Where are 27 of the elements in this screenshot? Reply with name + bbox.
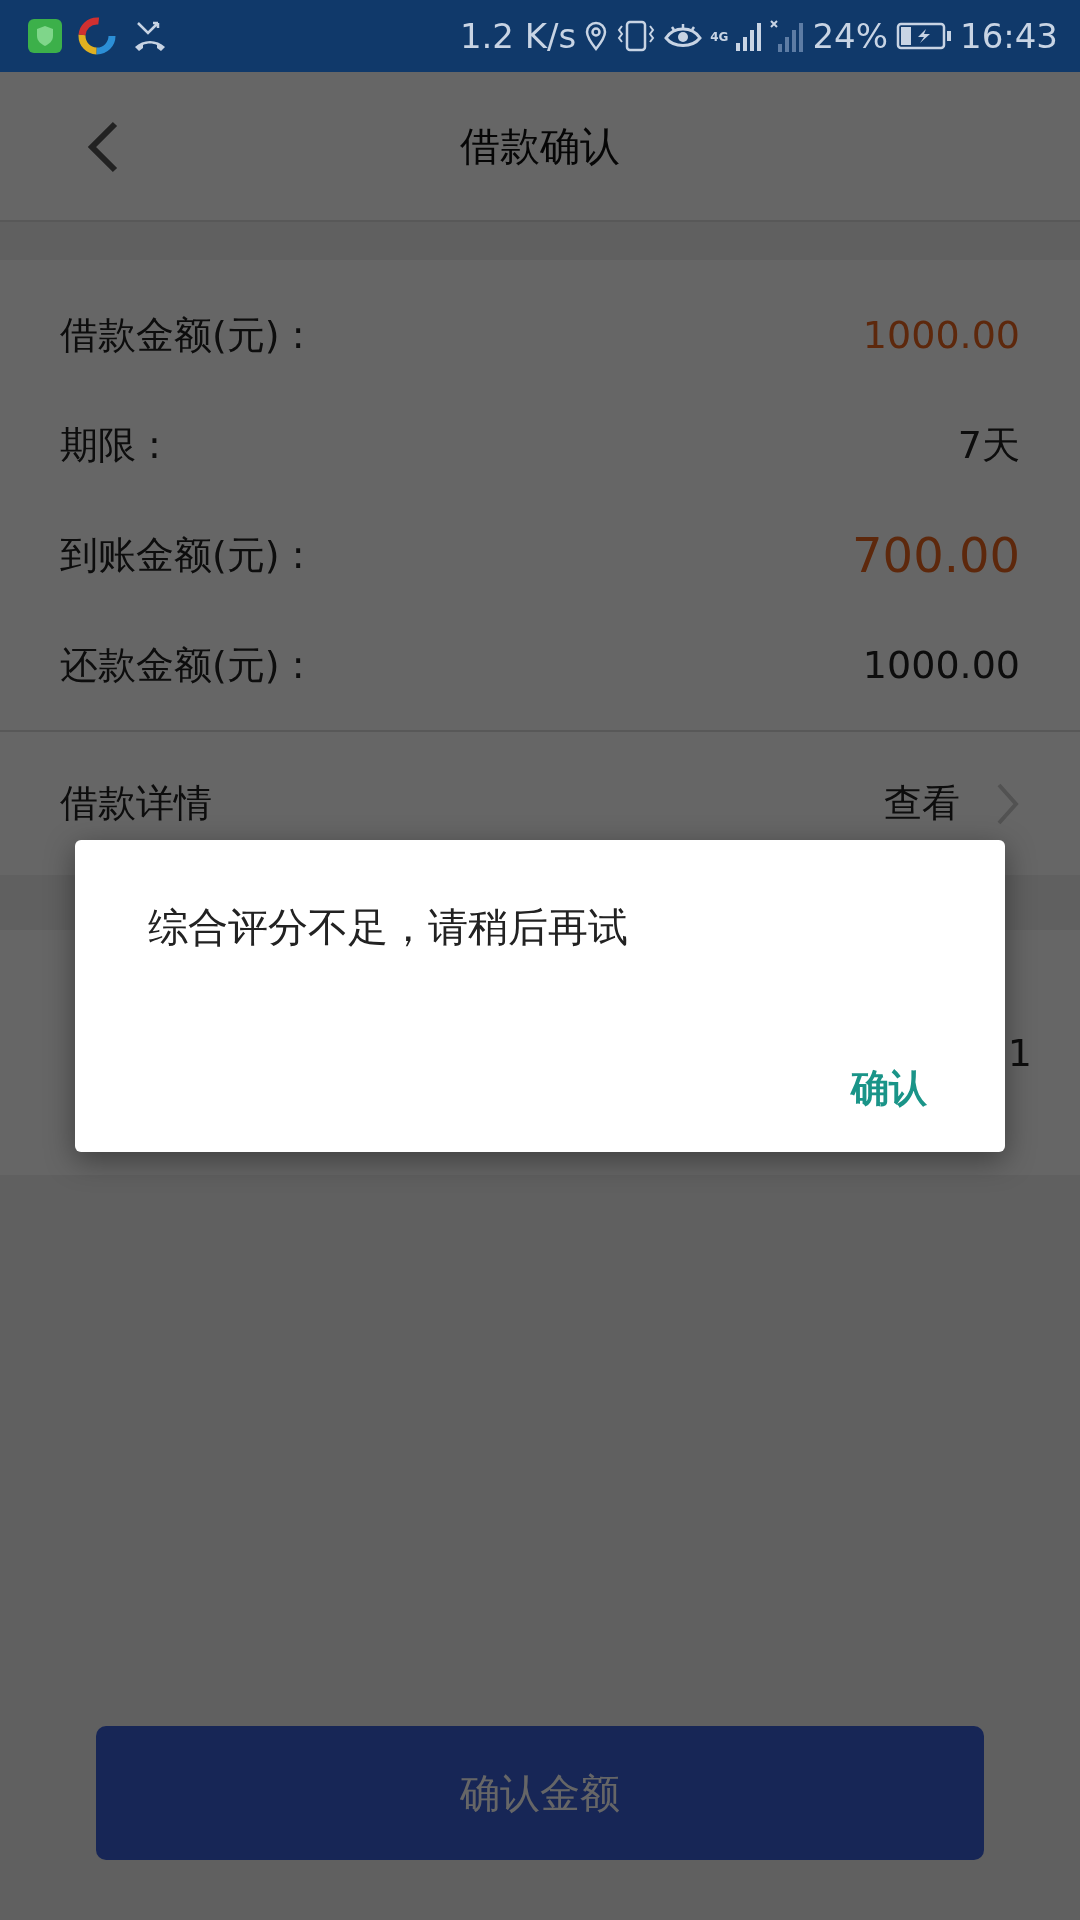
no-signal-icon [770,20,805,52]
eye-icon [664,22,703,50]
field-label: 期限 : [60,421,161,469]
page-title: 借款确认 [460,121,620,171]
battery-percent: 24% [812,16,888,56]
location-icon [584,21,609,51]
field-label: 借款金额(元) : [60,311,305,359]
detail-label: 借款详情 [60,780,212,827]
field-value: 1 [1007,1030,1032,1075]
field-value: 1000.00 [862,643,1020,687]
field-label: 还款金额(元) : [60,641,305,689]
field-label: 到账金额(元) : [60,531,305,579]
confirm-amount-button[interactable]: 确认金额 [96,1726,984,1860]
dialog-message: 综合评分不足，请稍后再试 [148,903,629,952]
back-icon[interactable] [86,120,120,174]
clock: 16:43 [960,16,1058,56]
field-value: 7天 [957,421,1020,469]
shield-app-icon [28,19,62,53]
network-type: 4G [710,30,729,44]
network-speed: 1.2 K/s [459,16,577,56]
dialog-confirm-button[interactable]: 确认 [843,1051,935,1126]
vibrate-icon [616,20,657,52]
view-link[interactable]: 查看 [884,778,960,829]
field-value: 700.00 [852,527,1020,583]
signal-icon [736,21,763,51]
field-value: 1000.00 [862,313,1020,357]
battery-charging-icon [896,22,952,50]
